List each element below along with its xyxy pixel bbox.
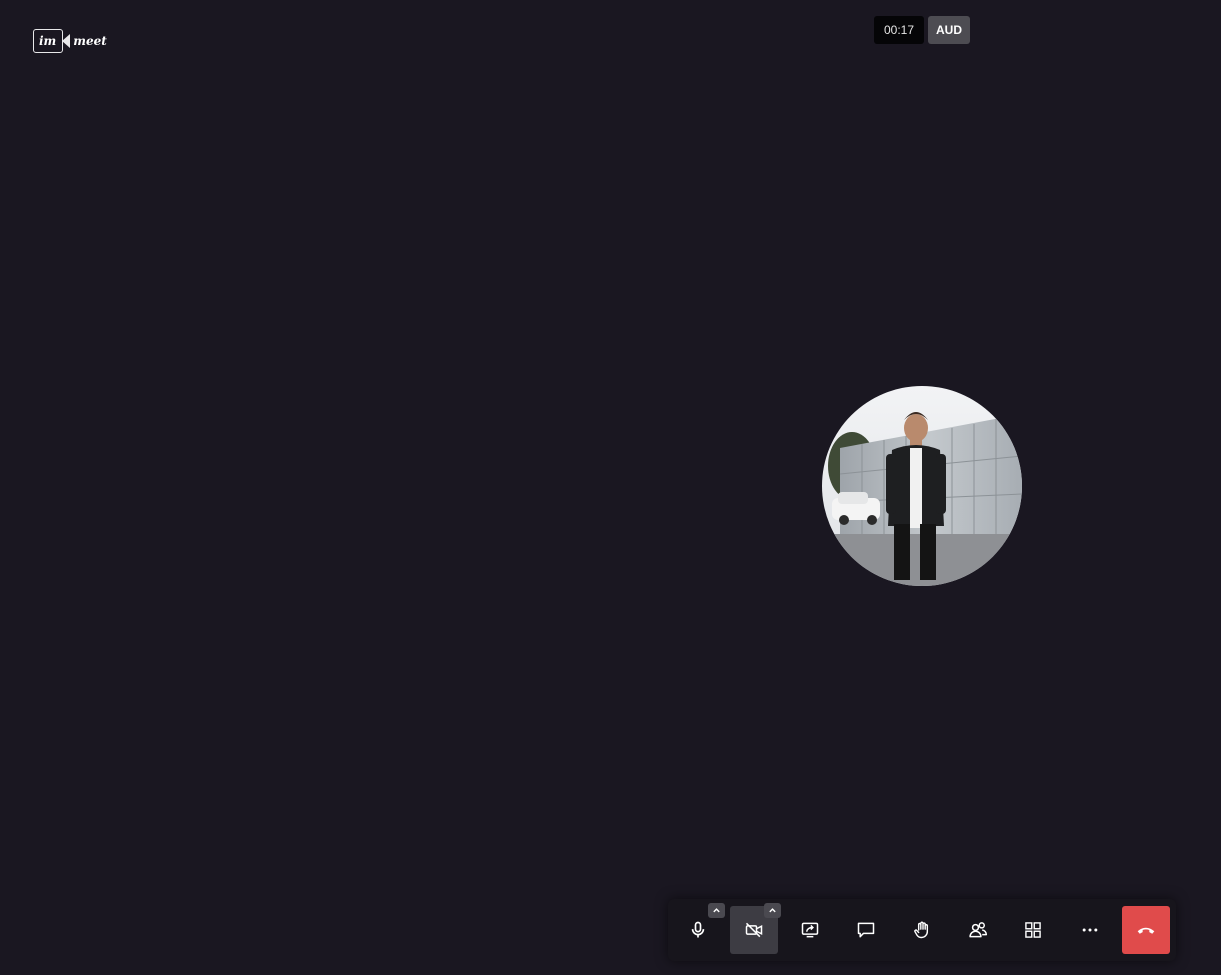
hand-icon: [914, 921, 929, 939]
participants-icon: [969, 922, 988, 938]
microphone-icon: [691, 921, 705, 938]
raise-hand-button[interactable]: [898, 906, 946, 954]
chevron-up-icon: [713, 908, 720, 913]
camera-off-icon: [745, 922, 763, 938]
share-screen-button[interactable]: [786, 906, 834, 954]
call-toolbar: [668, 899, 1176, 961]
logo-word: meet: [73, 34, 107, 48]
immeet-logo: im meet: [33, 29, 107, 53]
chat-icon: [857, 922, 875, 938]
hangup-icon: [1137, 927, 1155, 934]
conference-stage: im meet 00:17 AUD: [0, 0, 1221, 975]
tile-view-button[interactable]: [1009, 906, 1057, 954]
chevron-up-icon: [769, 908, 776, 913]
grid-icon: [1025, 922, 1041, 938]
participant-photo: [822, 386, 1022, 586]
more-options-button[interactable]: [1066, 906, 1114, 954]
share-screen-icon: [801, 922, 819, 938]
more-icon: [1082, 928, 1098, 932]
call-timer: 00:17: [874, 16, 924, 44]
logo-camera-box: im: [33, 29, 71, 53]
chat-button[interactable]: [842, 906, 890, 954]
participants-button[interactable]: [954, 906, 1002, 954]
participant-avatar: [822, 386, 1022, 586]
camera-options-button[interactable]: [764, 903, 781, 918]
microphone-options-button[interactable]: [708, 903, 725, 918]
hangup-button[interactable]: [1122, 906, 1170, 954]
audio-only-badge: AUD: [928, 16, 970, 44]
